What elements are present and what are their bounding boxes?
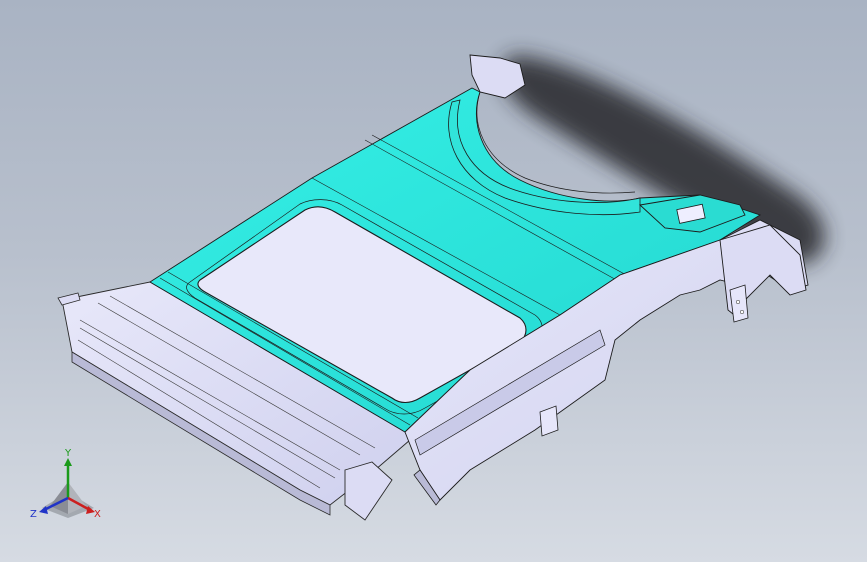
- tab-hole-1: [735, 299, 741, 305]
- graphics-viewport[interactable]: Y X Z: [0, 0, 867, 562]
- y-axis-label: Y: [64, 448, 72, 459]
- reference-triad[interactable]: Y X Z: [28, 448, 108, 528]
- roof-panel-model[interactable]: [0, 0, 867, 562]
- x-axis-label: X: [94, 509, 101, 520]
- tab-hole-2: [739, 309, 745, 315]
- z-axis-label: Z: [30, 509, 37, 520]
- front-right-bracket: [344, 461, 393, 521]
- y-arrow-icon: [64, 458, 72, 466]
